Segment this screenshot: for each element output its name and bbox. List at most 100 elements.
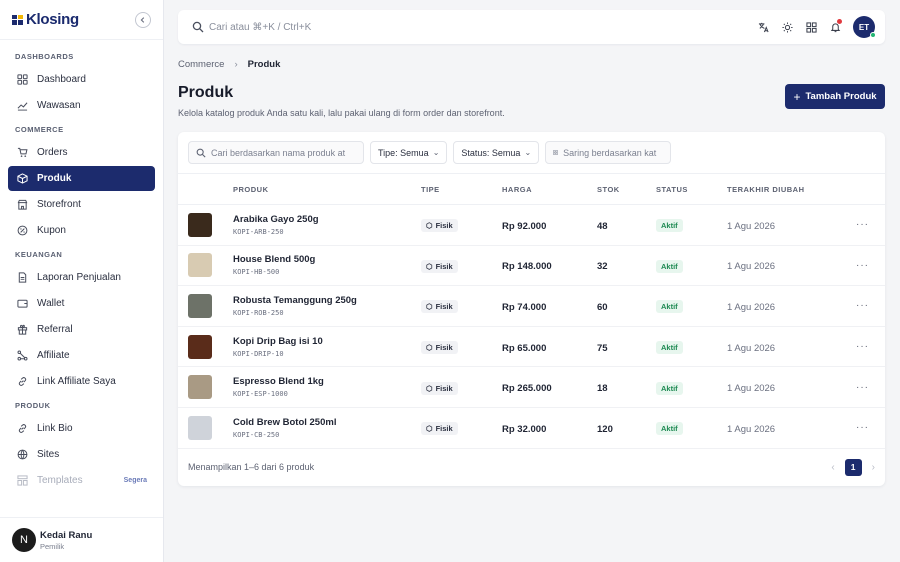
table-row[interactable]: Kopi Drip Bag isi 10 KOPI-DRIP-10 ⬡ Fisik…	[178, 327, 885, 368]
column-header-status[interactable]: STATUS	[656, 185, 727, 194]
chevron-down-icon: ⌄	[524, 148, 532, 157]
breadcrumb-parent[interactable]: Commerce	[178, 59, 224, 70]
search-icon	[192, 21, 204, 33]
type-filter-select[interactable]: Tipe: Semua ⌄	[370, 141, 448, 164]
column-header-price[interactable]: HARGA	[502, 185, 597, 194]
sidebar-item-storefront[interactable]: Storefront	[8, 192, 155, 217]
wallet-icon	[16, 298, 28, 310]
brand-name[interactable]: Klosing	[26, 11, 79, 28]
table-row[interactable]: Robusta Temanggung 250g KOPI-ROB-250 ⬡ Fi…	[178, 286, 885, 327]
box-icon: ⬡	[426, 424, 433, 434]
table-row[interactable]: Arabika Gayo 250g KOPI-ARB-250 ⬡ Fisik Rp…	[178, 205, 885, 246]
product-table-card: Tipe: Semua ⌄ Status: Semua ⌄ PRODUK TIP…	[178, 132, 885, 486]
sidebar-item-label: Storefront	[37, 199, 81, 210]
link-icon	[16, 376, 28, 388]
collapse-sidebar-button[interactable]	[135, 11, 151, 28]
product-thumbnail	[188, 415, 212, 440]
chevron-right-icon[interactable]: ›	[872, 462, 875, 473]
brand-logo-icon	[12, 14, 23, 25]
sidebar-item-wawasan[interactable]: Wawasan	[8, 93, 155, 118]
sidebar-item-label: Laporan Penjualan	[37, 272, 121, 283]
sidebar-item-orders[interactable]: Orders	[8, 140, 155, 165]
status-badge: Aktif	[656, 300, 683, 314]
product-name[interactable]: House Blend 500g	[233, 254, 421, 265]
collapse-icon	[140, 16, 145, 23]
column-header-product[interactable]: PRODUK	[233, 185, 421, 194]
product-search-input[interactable]	[211, 147, 351, 158]
page-subtitle: Kelola katalog produk Anda satu kali, la…	[178, 108, 505, 118]
product-name[interactable]: Espresso Blend 1kg	[233, 376, 421, 387]
sidebar-item-laporan-penjualan[interactable]: Laporan Penjualan	[8, 265, 155, 290]
add-product-label: Tambah Produk	[805, 91, 877, 102]
row-actions-menu-icon[interactable]: ···	[847, 341, 885, 352]
apps-icon[interactable]	[805, 21, 817, 33]
user-profile[interactable]: N Kedai Ranu Pemilik	[0, 517, 163, 562]
sidebar-item-affiliate[interactable]: Affiliate	[8, 343, 155, 368]
sidebar-item-referral[interactable]: Referral	[8, 317, 155, 342]
global-search-input[interactable]	[209, 21, 509, 33]
notification-dot	[837, 19, 842, 24]
template-icon	[16, 475, 28, 487]
product-name[interactable]: Kopi Drip Bag isi 10	[233, 336, 421, 347]
sidebar: Klosing DASHBOARDS Dashboard Wawasan COMMER…	[0, 0, 164, 562]
product-name[interactable]: Arabika Gayo 250g	[233, 214, 421, 225]
product-stock: 32	[597, 261, 608, 273]
chevron-right-icon: ›	[234, 59, 238, 70]
product-sku: KOPI-DRIP-10	[233, 349, 284, 358]
chevron-left-icon[interactable]: ‹	[831, 462, 834, 473]
sidebar-item-label: Sites	[37, 449, 60, 460]
product-name[interactable]: Cold Brew Botol 250ml	[233, 417, 421, 428]
product-price: Rp 74.000	[502, 301, 547, 313]
store-icon	[16, 199, 28, 211]
grid-icon	[16, 74, 28, 86]
language-icon[interactable]	[757, 21, 769, 33]
sidebar-item-sites[interactable]: Sites	[8, 442, 155, 467]
sidebar-item-produk[interactable]: Produk	[8, 166, 155, 191]
user-avatar: N	[12, 528, 36, 552]
category-grid-icon	[553, 150, 558, 155]
row-actions-menu-icon[interactable]: ···	[847, 219, 885, 230]
sidebar-item-label: Wawasan	[37, 100, 81, 111]
sidebar-item-link-bio[interactable]: Link Bio	[8, 416, 155, 441]
page-button-current[interactable]: 1	[844, 458, 862, 476]
add-product-button[interactable]: + Tambah Produk	[785, 84, 885, 109]
notification-bell-icon[interactable]	[829, 19, 842, 33]
column-header-type[interactable]: TIPE	[421, 185, 502, 194]
row-actions-menu-icon[interactable]: ···	[847, 382, 885, 393]
sidebar-item-dashboard[interactable]: Dashboard	[8, 67, 155, 92]
category-filter-box[interactable]	[545, 141, 672, 164]
sidebar-item-kupon[interactable]: Kupon	[8, 218, 155, 243]
table-row[interactable]: Espresso Blend 1kg KOPI-ESP-1000 ⬡ Fisik …	[178, 367, 885, 408]
report-icon	[16, 272, 28, 284]
user-avatar-button[interactable]: ET	[853, 16, 876, 38]
breadcrumb-current: Produk	[247, 59, 281, 70]
sidebar-item-label: Orders	[37, 147, 68, 158]
theme-toggle-icon[interactable]	[781, 21, 793, 33]
product-sku: KOPI-ESP-1000	[233, 390, 288, 399]
sidebar-item-label: Dashboard	[37, 74, 86, 85]
trend-icon	[16, 100, 28, 112]
column-header-updated[interactable]: TERAKHIR DIUBAH	[727, 185, 847, 194]
row-actions-menu-icon[interactable]: ···	[847, 300, 885, 311]
product-name[interactable]: Robusta Temanggung 250g	[233, 295, 421, 306]
product-search-box[interactable]	[188, 141, 364, 164]
sidebar-item-label: Affiliate	[37, 350, 70, 361]
row-actions-menu-icon[interactable]: ···	[847, 260, 885, 271]
column-header-stock[interactable]: STOK	[597, 185, 656, 194]
sidebar-item-label: Link Affiliate Saya	[37, 376, 116, 387]
status-filter-select[interactable]: Status: Semua ⌄	[453, 141, 540, 164]
coupon-icon	[16, 225, 28, 237]
status-filter-label: Status: Semua	[461, 147, 521, 158]
nav-section-title: COMMERCE	[15, 125, 64, 134]
table-row[interactable]: Cold Brew Botol 250ml KOPI-CB-250 ⬡ Fisik…	[178, 408, 885, 449]
sidebar-item-wallet[interactable]: Wallet	[8, 291, 155, 316]
row-actions-menu-icon[interactable]: ···	[847, 422, 885, 433]
sidebar-item-link-affiliate-saya[interactable]: Link Affiliate Saya	[8, 369, 155, 394]
product-stock: 18	[597, 383, 608, 395]
topbar: ET	[178, 10, 885, 44]
network-icon	[16, 350, 28, 362]
category-filter-input[interactable]	[563, 147, 664, 158]
status-badge: Aktif	[656, 422, 683, 436]
table-row[interactable]: House Blend 500g KOPI-HB-500 ⬡ Fisik Rp 1…	[178, 246, 885, 287]
sidebar-item-label: Produk	[37, 173, 72, 184]
